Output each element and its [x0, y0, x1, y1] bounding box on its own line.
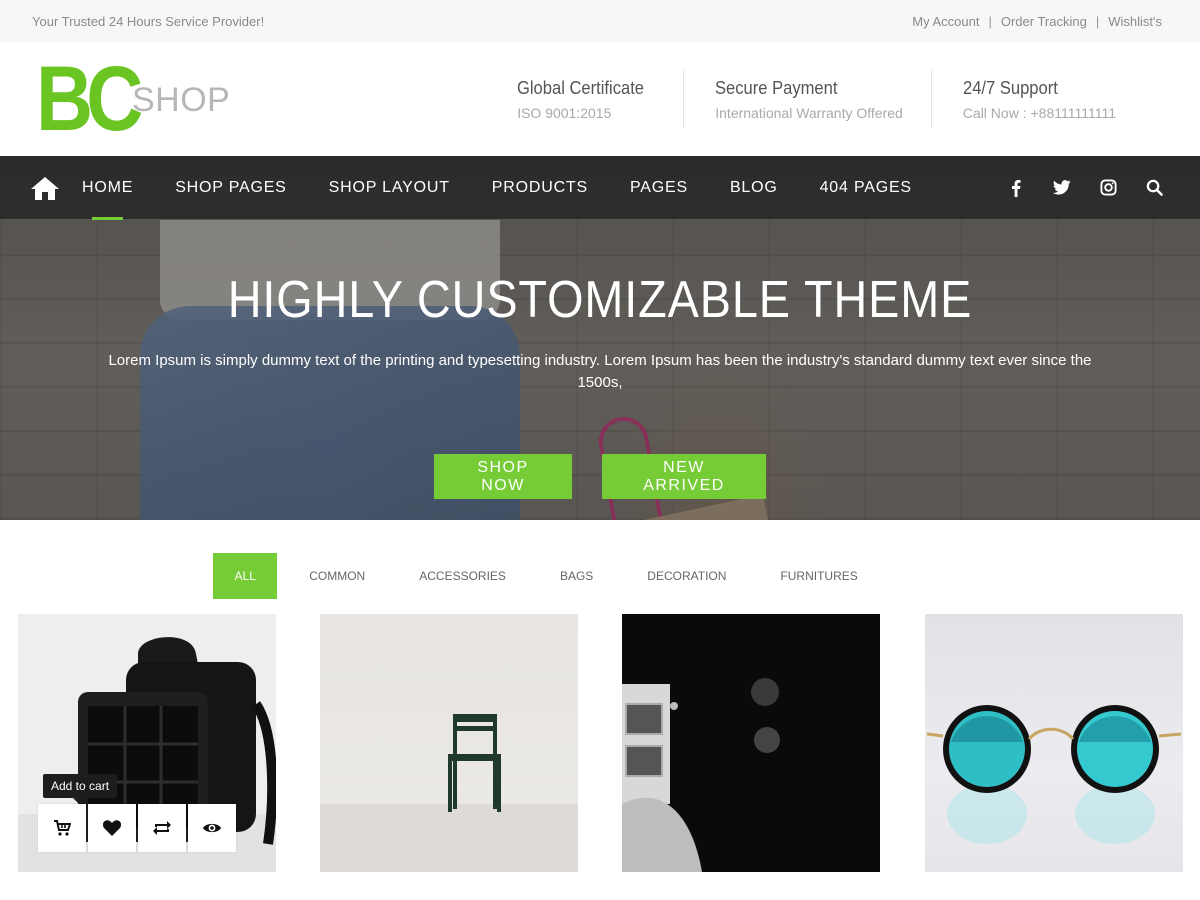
filter-furnitures[interactable]: FURNITURES [753, 553, 884, 599]
site-header: BC SHOP Global Certificate ISO 9001:2015… [0, 42, 1200, 156]
nav-item-blog[interactable]: BLOG [730, 156, 778, 220]
feature-certificate: Global Certificate ISO 9001:2015 [517, 70, 683, 128]
nav-item-shop-pages[interactable]: SHOP PAGES [175, 156, 286, 220]
tagline: Your Trusted 24 Hours Service Provider! [32, 13, 265, 29]
home-icon[interactable] [30, 174, 62, 202]
compare-icon[interactable] [138, 804, 186, 852]
nav-item-404-pages[interactable]: 404 PAGES [820, 156, 912, 220]
my-account-link[interactable]: My Account [912, 14, 979, 29]
wishlist-link[interactable]: Wishlist's [1108, 14, 1162, 29]
product-image-decoration [622, 678, 780, 872]
eye-icon[interactable] [188, 804, 236, 852]
feature-subtitle: International Warranty Offered [715, 104, 903, 121]
heart-icon[interactable] [88, 804, 136, 852]
nav-item-home[interactable]: HOME [82, 156, 133, 220]
product-card-backpack[interactable]: Add to cart [18, 614, 276, 872]
product-card-sunglasses[interactable] [925, 614, 1183, 872]
logo-text: SHOP [132, 81, 231, 119]
hero-banner: HOME SHOP PAGES SHOP LAYOUT PRODUCTS PAG… [0, 156, 1200, 520]
filter-all[interactable]: ALL [213, 553, 278, 599]
hero-buttons: SHOP NOW NEW ARRIVED [0, 454, 1200, 499]
product-filters: ALL COMMON ACCESSORIES BAGS DECORATION F… [0, 553, 1200, 599]
logo[interactable]: BC SHOP [36, 48, 230, 150]
product-actions [38, 804, 236, 852]
filter-bags[interactable]: BAGS [533, 553, 620, 599]
cart-icon[interactable] [38, 804, 86, 852]
hero-text: Lorem Ipsum is simply dummy text of the … [108, 352, 1092, 391]
shop-now-button[interactable]: SHOP NOW [434, 454, 572, 499]
divider: | [1095, 13, 1100, 29]
facebook-icon[interactable] [1006, 179, 1026, 197]
feature-subtitle: ISO 9001:2015 [517, 104, 612, 121]
order-tracking-link[interactable]: Order Tracking [1001, 14, 1087, 29]
logo-mark: BC [36, 48, 143, 150]
social-links [1006, 179, 1170, 197]
header-features: Global Certificate ISO 9001:2015 Secure … [517, 70, 1144, 128]
main-nav: HOME SHOP PAGES SHOP LAYOUT PRODUCTS PAG… [0, 156, 1200, 220]
hero-title: HIGHLY CUSTOMIZABLE THEME [227, 271, 973, 329]
instagram-icon[interactable] [1098, 179, 1118, 196]
top-links: My Account | Order Tracking | Wishlist's [912, 14, 1162, 29]
filter-common[interactable]: COMMON [282, 553, 392, 599]
nav-item-products[interactable]: PRODUCTS [492, 156, 588, 220]
feature-title: 24/7 Support [962, 77, 1058, 98]
nav-item-pages[interactable]: PAGES [630, 156, 688, 220]
feature-title: Global Certificate [517, 77, 645, 98]
feature-subtitle: Call Now : +88111111111 [962, 104, 1116, 121]
top-bar: Your Trusted 24 Hours Service Provider! … [0, 0, 1200, 42]
product-card-decoration[interactable] [622, 614, 880, 872]
add-to-cart-tooltip: Add to cart [43, 774, 118, 803]
search-icon[interactable] [1144, 179, 1164, 196]
divider: | [988, 13, 992, 29]
hero-content: HIGHLY CUSTOMIZABLE THEME Lorem Ipsum is… [0, 274, 1200, 499]
new-arrived-button[interactable]: NEW ARRIVED [602, 454, 766, 499]
feature-support: 24/7 Support Call Now : +88111111111 [930, 70, 1144, 128]
product-grid: Add to cart [0, 614, 1200, 872]
nav-item-shop-layout[interactable]: SHOP LAYOUT [329, 156, 450, 220]
product-image-sunglasses [926, 705, 1182, 844]
feature-title: Secure Payment [715, 77, 838, 98]
product-card-chair[interactable] [320, 614, 578, 872]
nav-items: HOME SHOP PAGES SHOP LAYOUT PRODUCTS PAG… [82, 156, 954, 220]
feature-payment: Secure Payment International Warranty Of… [683, 70, 931, 128]
filter-accessories[interactable]: ACCESSORIES [392, 553, 533, 599]
product-image-chair [320, 714, 578, 872]
twitter-icon[interactable] [1052, 180, 1072, 195]
filter-decoration[interactable]: DECORATION [620, 553, 753, 599]
